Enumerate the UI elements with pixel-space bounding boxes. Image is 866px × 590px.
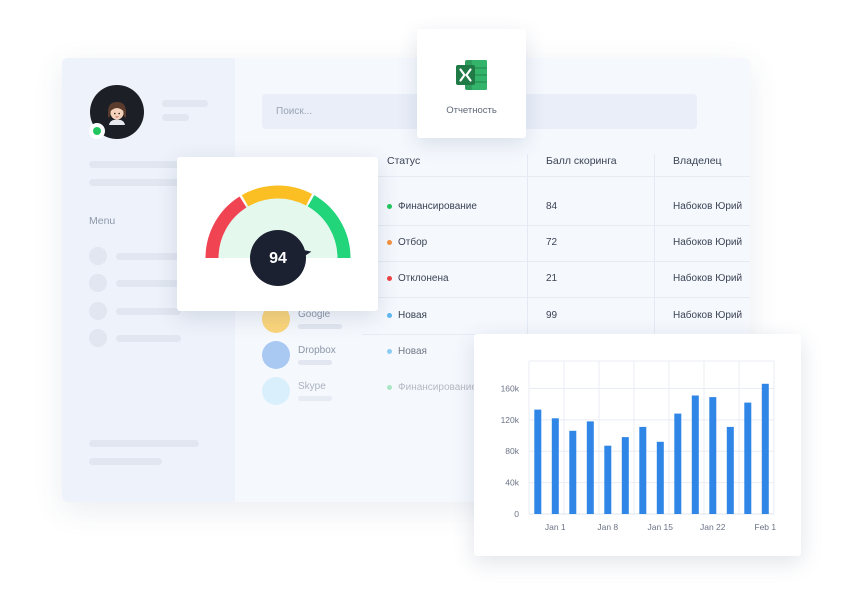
score-gauge-card: 94	[177, 157, 378, 311]
y-tick-label: 120k	[501, 415, 520, 425]
table-cell-status: Финансирование	[387, 201, 477, 212]
menu-item-icon[interactable]	[89, 274, 107, 292]
table-cell-status: Финансирование	[387, 382, 477, 393]
chart-bar	[621, 437, 629, 514]
status-dot	[387, 276, 392, 281]
status-label: Новая	[398, 346, 427, 357]
chart-bar	[709, 397, 717, 514]
menu-item-icon[interactable]	[89, 329, 107, 347]
column-header-score[interactable]: Балл скоринга	[546, 155, 617, 167]
table-cell-score: 84	[546, 201, 558, 212]
status-dot	[387, 313, 392, 318]
excel-report-label: Отчетность	[446, 105, 497, 116]
role-placeholder	[162, 114, 189, 121]
chart-bar	[639, 426, 647, 514]
chart-bar	[726, 426, 734, 514]
search-placeholder: Поиск...	[276, 106, 313, 117]
row-divider	[362, 225, 750, 226]
menu-item-icon[interactable]	[89, 247, 107, 265]
excel-report-card[interactable]: Отчетность	[417, 29, 526, 138]
status-label: Финансирование	[398, 201, 477, 212]
y-tick-label: 160k	[501, 383, 520, 393]
user-avatar-icon	[108, 102, 126, 125]
table-cell-owner: Набоков Юрий	[673, 310, 743, 321]
excel-icon	[456, 60, 487, 90]
status-label: Отбор	[398, 237, 428, 248]
chart-bar	[691, 395, 699, 514]
menu-item-icon[interactable]	[89, 302, 107, 320]
sidebar-footer-placeholder	[89, 458, 162, 465]
status-dot	[387, 349, 392, 354]
x-tick-label: Jan 8	[597, 522, 618, 532]
table-cell-status: Новая	[387, 310, 427, 321]
menu-label: Menu	[89, 215, 116, 227]
table-cell-score: 21	[546, 273, 558, 284]
table-cell-score: 72	[546, 237, 558, 248]
row-divider	[362, 297, 750, 298]
y-tick-label: 40k	[505, 478, 519, 488]
status-dot	[387, 204, 392, 209]
chart-bar	[534, 409, 542, 514]
chart-bar	[569, 430, 577, 514]
y-tick-label: 0	[514, 509, 519, 519]
status-dot	[387, 240, 392, 245]
table-cell-status: Отбор	[387, 237, 427, 248]
chart-bar	[551, 418, 559, 514]
menu-item-label[interactable]	[116, 253, 181, 260]
chart-bar	[586, 421, 594, 514]
column-header-owner[interactable]: Владелец	[673, 155, 722, 167]
x-tick-label: Feb 1	[754, 522, 776, 532]
company-logo	[262, 341, 290, 369]
revenue-chart-card: 0 40k 80k 120k 160k Jan 1 Jan 8 Jan 15 Jan 22 Feb…	[474, 334, 801, 556]
company-subtext-placeholder	[298, 360, 332, 365]
table-cell-owner: Набоков Юрий	[673, 273, 743, 284]
menu-item-label[interactable]	[116, 280, 181, 287]
table-cell-status: Новая	[387, 346, 427, 357]
bar-chart: 0 40k 80k 120k 160k Jan 1 Jan 8 Jan 15 Jan 22 Feb…	[501, 360, 776, 532]
company-name: Skype	[298, 381, 326, 392]
sidebar-footer-placeholder	[89, 440, 199, 447]
company-name: Dropbox	[298, 345, 336, 356]
header-divider	[362, 176, 750, 177]
status-dot	[387, 385, 392, 390]
column-header-status[interactable]: Статус	[387, 155, 420, 167]
chart-bar	[674, 413, 682, 514]
status-label: Отклонена	[398, 273, 449, 284]
x-tick-label: Jan 22	[700, 522, 726, 532]
score-gauge: 94	[205, 185, 351, 286]
row-divider	[362, 261, 750, 262]
x-tick-label: Jan 15	[647, 522, 673, 532]
company-logo	[262, 377, 290, 405]
table-cell-score: 99	[546, 310, 558, 321]
table-cell-status: Отклонена	[387, 273, 449, 284]
company-subtext-placeholder	[298, 396, 332, 401]
company-subtext-placeholder	[298, 324, 342, 329]
status-label: Финансирование	[398, 382, 477, 393]
menu-item-label[interactable]	[116, 308, 181, 315]
table-cell-owner: Набоков Юрий	[673, 201, 743, 212]
table-cell-owner: Набоков Юрий	[673, 237, 743, 248]
status-label: Новая	[398, 310, 427, 321]
chart-bar	[761, 383, 769, 514]
menu-item-label[interactable]	[116, 335, 181, 342]
username-placeholder	[162, 100, 208, 107]
y-tick-label: 80k	[505, 446, 519, 456]
chart-bar	[744, 402, 752, 514]
chart-bar	[604, 445, 612, 514]
chart-bar	[656, 441, 664, 514]
online-status-dot	[89, 123, 105, 139]
x-tick-label: Jan 1	[545, 522, 566, 532]
gauge-value: 94	[269, 250, 287, 267]
